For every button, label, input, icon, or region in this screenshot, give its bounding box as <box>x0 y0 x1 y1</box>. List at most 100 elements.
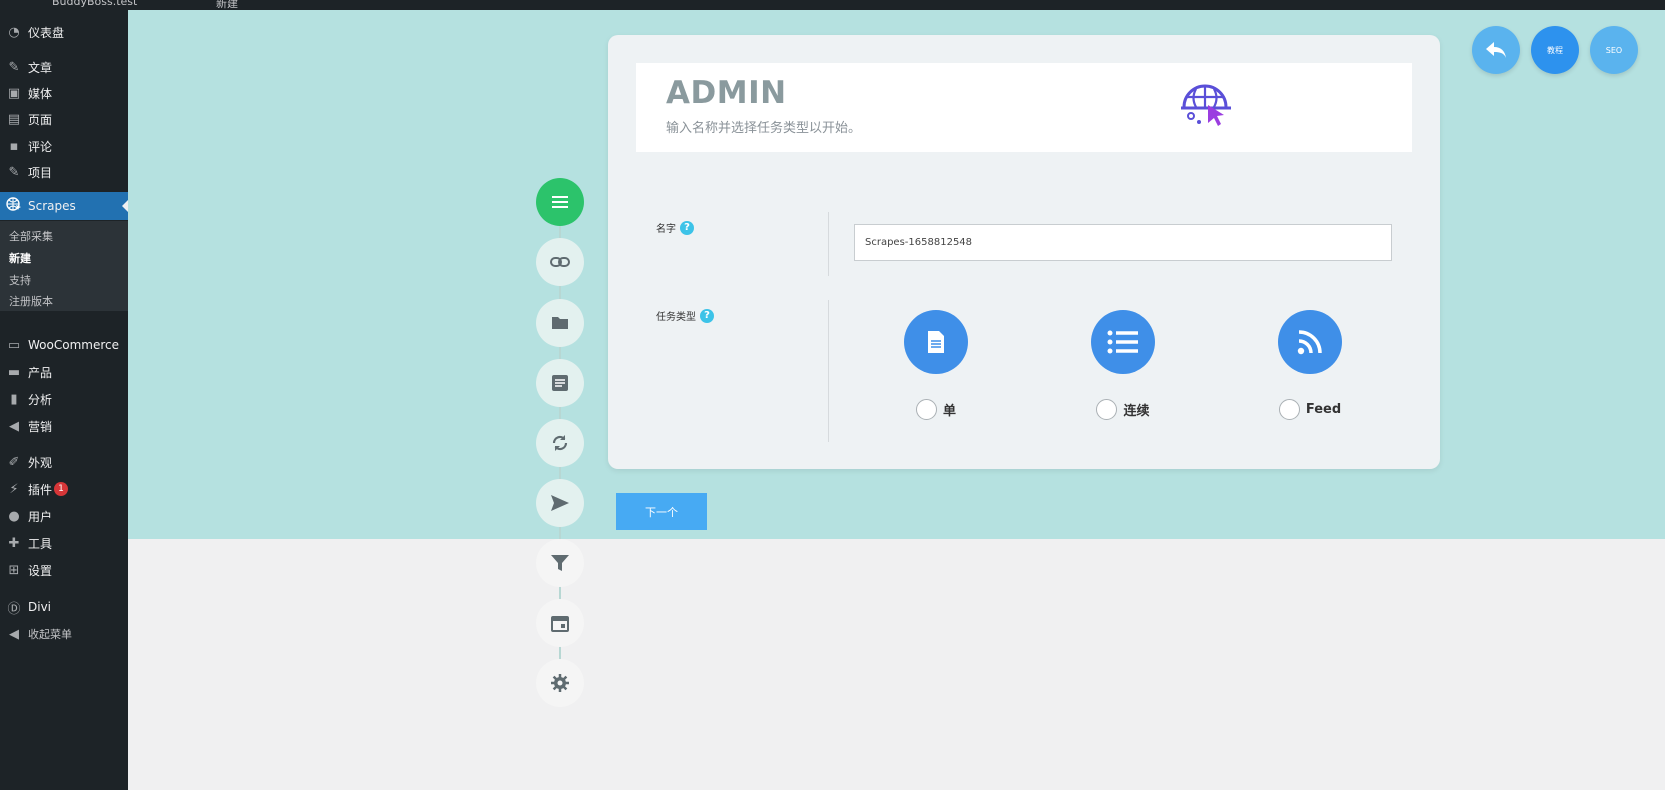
menu-item-media[interactable]: ▣ 媒体 <box>0 80 128 106</box>
divider <box>828 300 829 442</box>
new-link[interactable]: 新建 <box>216 0 238 10</box>
menu-label: 评论 <box>28 139 53 154</box>
menu-label: 收起菜单 <box>28 628 72 641</box>
type-single-button[interactable] <box>904 310 968 374</box>
type-serial-label: 连续 <box>1123 404 1150 419</box>
menu-label: 设置 <box>28 563 53 578</box>
link-icon <box>550 257 570 267</box>
type-option-single[interactable]: 单 <box>876 310 996 420</box>
rss-icon <box>1297 330 1322 355</box>
step-link[interactable] <box>536 238 584 286</box>
next-button[interactable]: 下一个 <box>616 493 707 530</box>
menu-label: 页面 <box>28 112 53 127</box>
page-icon: ▤ <box>7 111 21 127</box>
menu-item-projects[interactable]: ✎ 项目 <box>0 159 128 185</box>
menu-item-dashboard[interactable]: ◔ 仪表盘 <box>0 19 128 45</box>
send-icon <box>551 495 569 511</box>
type-feed-radio-row: Feed <box>1250 399 1370 420</box>
menu-lines-icon <box>552 196 568 208</box>
woo-icon: ▭ <box>7 337 21 353</box>
submenu-register[interactable]: 注册版本 <box>9 293 53 309</box>
menu-label: 分析 <box>28 392 53 407</box>
pin-icon: ✎ <box>8 164 20 180</box>
menu-label: 文章 <box>28 60 53 75</box>
globe-cursor-icon <box>0 196 28 216</box>
document-icon <box>928 331 944 353</box>
update-count-badge: 1 <box>54 482 69 496</box>
step-settings[interactable] <box>536 659 584 707</box>
type-label-row: 任务类型 ? <box>656 308 714 323</box>
menu-item-analytics[interactable]: ▮ 分析 <box>0 386 128 412</box>
step-content[interactable] <box>536 359 584 407</box>
archive-icon: ▬ <box>7 364 21 380</box>
media-icon: ▣ <box>7 85 21 101</box>
list-icon <box>1107 330 1138 354</box>
menu-label: 项目 <box>28 165 53 180</box>
menu-label: 营销 <box>28 419 53 434</box>
card-header: ADMIN 输入名称并选择任务类型以开始。 <box>636 63 1412 152</box>
menu-item-scrapes[interactable]: Scrapes <box>0 192 128 220</box>
step-filter[interactable] <box>536 539 584 587</box>
seo-button[interactable]: SEO <box>1590 26 1638 74</box>
name-input[interactable] <box>854 224 1392 261</box>
step-sync[interactable] <box>536 419 584 467</box>
step-publish[interactable] <box>536 479 584 527</box>
menu-item-divi[interactable]: Ⓓ Divi <box>0 594 128 620</box>
menu-item-tools[interactable]: ✚ 工具 <box>0 530 128 556</box>
plugin-icon: ⚡ <box>9 481 19 497</box>
menu-item-pages[interactable]: ▤ 页面 <box>0 106 128 132</box>
name-help-icon[interactable]: ? <box>680 220 694 235</box>
type-feed-radio[interactable] <box>1278 399 1300 420</box>
tutorial-button[interactable]: 教程 <box>1531 26 1579 74</box>
step-schedule[interactable] <box>536 599 584 647</box>
type-feed-button[interactable] <box>1278 310 1342 374</box>
site-name[interactable]: BuddyBoss.test <box>52 0 137 8</box>
menu-item-products[interactable]: ▬ 产品 <box>0 359 128 385</box>
globe-cursor-logo-icon <box>1181 84 1231 126</box>
article-icon <box>552 375 568 391</box>
type-serial-button[interactable] <box>1091 310 1155 374</box>
menu-item-collapse[interactable]: ◀ 收起菜单 <box>0 621 128 647</box>
menu-item-posts[interactable]: ✎ 文章 <box>0 54 128 80</box>
menu-label: 产品 <box>28 365 53 380</box>
divider <box>828 212 829 276</box>
comment-icon: ▪ <box>9 138 19 154</box>
submenu-new[interactable]: 新建 <box>9 250 31 266</box>
menu-label: Scrapes <box>28 199 76 213</box>
submenu-all-scrapes[interactable]: 全部采集 <box>9 228 53 244</box>
menu-item-appearance[interactable]: ✐ 外观 <box>0 449 128 475</box>
submenu-support[interactable]: 支持 <box>9 272 31 288</box>
type-option-feed[interactable]: Feed <box>1250 310 1370 420</box>
type-help-icon[interactable]: ? <box>700 308 714 323</box>
type-single-radio[interactable] <box>915 399 937 420</box>
scrapes-submenu: 全部采集 新建 支持 注册版本 <box>0 221 128 311</box>
menu-item-marketing[interactable]: ◀ 营销 <box>0 413 128 439</box>
funnel-icon <box>551 555 569 571</box>
page-title: ADMIN <box>666 75 787 111</box>
back-button[interactable] <box>1472 26 1520 74</box>
type-option-serial[interactable]: 连续 <box>1063 310 1183 420</box>
refresh-icon <box>552 435 568 451</box>
menu-item-plugins[interactable]: ⚡ 插件 1 <box>0 476 128 502</box>
divi-icon: Ⓓ <box>7 601 21 617</box>
type-single-label: 单 <box>942 404 956 419</box>
menu-item-woocommerce[interactable]: ▭ WooCommerce <box>0 332 128 358</box>
user-icon: ● <box>8 508 20 524</box>
step-general[interactable] <box>536 178 584 226</box>
reply-arrow-icon <box>1486 42 1506 58</box>
brush-icon: ✐ <box>8 454 20 470</box>
menu-item-comments[interactable]: ▪ 评论 <box>0 133 128 159</box>
menu-label: Divi <box>28 600 52 614</box>
collapse-icon: ◀ <box>9 626 19 642</box>
menu-item-settings[interactable]: ⊞ 设置 <box>0 557 128 583</box>
megaphone-icon: ◀ <box>9 418 19 434</box>
step-folder[interactable] <box>536 299 584 347</box>
type-serial-radio[interactable] <box>1096 399 1118 420</box>
name-label: 名字 <box>656 224 676 235</box>
menu-label: 仪表盘 <box>28 25 65 40</box>
settings-icon: ⊞ <box>8 562 20 578</box>
menu-item-users[interactable]: ● 用户 <box>0 503 128 529</box>
dashboard-icon: ◔ <box>8 24 20 40</box>
menu-label: 外观 <box>28 455 53 470</box>
admin-sidebar: ◔ 仪表盘 ✎ 文章 ▣ 媒体 ▤ 页面 ▪ 评论 ✎ 项目 Scrapes 全… <box>0 10 128 790</box>
